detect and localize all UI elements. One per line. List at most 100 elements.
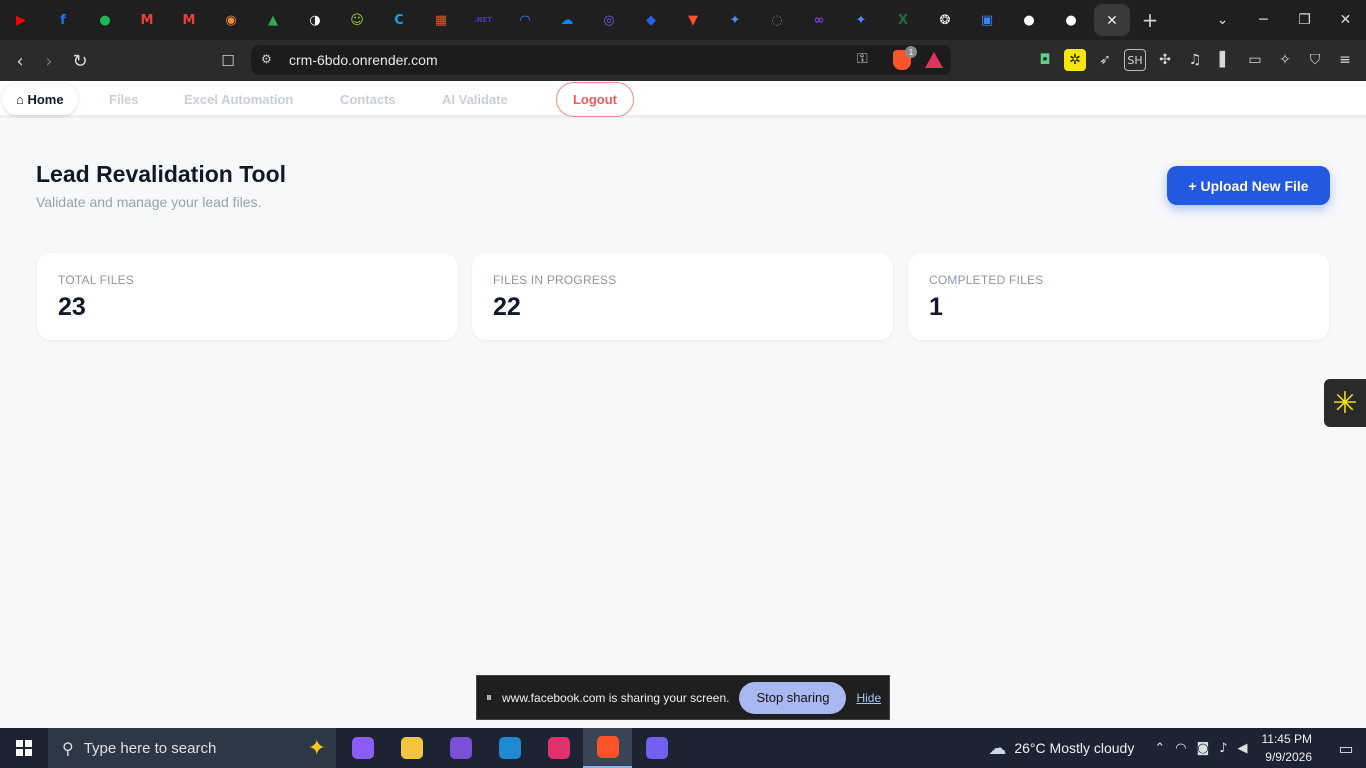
browser-tab[interactable]: ● (1008, 0, 1050, 40)
minimize-icon[interactable]: ─ (1243, 0, 1284, 40)
forward-icon[interactable]: › (36, 48, 62, 74)
browser-tab[interactable]: ● (84, 0, 126, 40)
browser-tab[interactable]: ◎ (588, 0, 630, 40)
browser-tab[interactable]: ◑ (294, 0, 336, 40)
drive-icon: ▲ (268, 12, 278, 28)
close-window-icon[interactable]: ✕ (1325, 0, 1366, 40)
close-tab-icon[interactable]: ✕ (1106, 12, 1118, 29)
taskbar-app-vscode[interactable] (485, 728, 534, 768)
browser-tab[interactable]: ▶ (0, 0, 42, 40)
site-info-icon[interactable]: ⚙ (261, 52, 277, 68)
taskbar-search[interactable]: ⚲ Type here to search ✦ (48, 728, 336, 768)
extension-icon[interactable]: ✲ (1064, 49, 1086, 71)
search-highlight-icon[interactable]: ✦ (308, 736, 326, 761)
dotnet-icon: .NET (473, 16, 493, 24)
notifications-icon[interactable]: ▭ (1326, 728, 1366, 768)
active-tab[interactable]: ✕ (1094, 4, 1130, 36)
browser-tab[interactable]: .NET (462, 0, 504, 40)
meta-icon: ∞ (813, 12, 825, 28)
camera-icon[interactable]: ◙ (1197, 741, 1210, 756)
puzzle-icon[interactable]: ✣ (1154, 49, 1176, 71)
clock-time: 11:45 PM (1261, 732, 1312, 746)
browser-toolbar: ‹ › ↻ ☐ ⚙ crm-6bdo.onrender.com ⚿ 1 ◘ ✲ … (0, 40, 1366, 81)
browser-tab[interactable]: X (882, 0, 924, 40)
browser-tab[interactable]: ◆ (630, 0, 672, 40)
taskbar-app-viber[interactable] (632, 728, 681, 768)
stat-value: 22 (493, 293, 521, 321)
bookmark-icon[interactable]: ☐ (215, 48, 241, 74)
reload-icon[interactable]: ↻ (67, 48, 93, 74)
tab-search-icon[interactable]: ⌄ (1202, 0, 1243, 40)
share-message: www.facebook.com is sharing your screen. (502, 690, 730, 705)
menu-icon[interactable]: ≡ (1334, 49, 1356, 71)
extension-icon[interactable]: ◘ (1034, 49, 1056, 71)
url-text[interactable]: crm-6bdo.onrender.com (289, 52, 438, 68)
windows-taskbar: ⚲ Type here to search ✦ ☁ 26°C Mostly cl… (0, 728, 1366, 768)
microphone-icon[interactable]: ♪ (1219, 741, 1227, 756)
wallet-icon[interactable]: ▭ (1244, 49, 1266, 71)
browser-tab[interactable]: ▼ (672, 0, 714, 40)
nav-contacts[interactable]: Contacts (340, 92, 396, 107)
wifi-icon[interactable]: ◠ (1175, 741, 1186, 756)
search-placeholder[interactable]: Type here to search (84, 740, 217, 757)
restore-icon[interactable]: ❐ (1284, 0, 1325, 40)
browser-tab[interactable]: ◉ (210, 0, 252, 40)
drag-handle-icon[interactable]: ⏸ (486, 690, 492, 705)
tab-list: ▶ f ● M M ◉ ▲ ◑ ☺ C ▦ .NET ◠ ☁ ◎ ◆ ▼ ✦ ◌ ∞ ✦ X ❂ ▣ ● ● (0, 0, 1092, 40)
github-icon: ● (1065, 12, 1077, 28)
rocket-icon[interactable]: ➶ (1094, 49, 1116, 71)
browser-tab[interactable]: ☺ (336, 0, 378, 40)
start-button[interactable] (0, 728, 48, 768)
show-hidden-icons-icon[interactable]: ⌃ (1154, 741, 1165, 756)
music-icon[interactable]: ♫ (1184, 49, 1206, 71)
browser-tab[interactable]: ❂ (924, 0, 966, 40)
sidebar-icon[interactable]: ▌ (1214, 49, 1236, 71)
leo-ai-icon[interactable]: ✧ (1274, 49, 1296, 71)
browser-tab[interactable]: C (378, 0, 420, 40)
browser-tab[interactable]: ✦ (714, 0, 756, 40)
browser-tab[interactable]: ▦ (420, 0, 462, 40)
taskbar-app-visual-studio[interactable] (436, 728, 485, 768)
floating-widget-icon[interactable]: ✳ (1324, 379, 1366, 427)
tab-strip: ▶ f ● M M ◉ ▲ ◑ ☺ C ▦ .NET ◠ ☁ ◎ ◆ ▼ ✦ ◌ ∞ ✦ X ❂ ▣ ● ● ✕ + ⌄ ─ ❐ … (0, 0, 1366, 40)
taskbar-app-copilot[interactable] (338, 728, 387, 768)
taskbar-app-instagram[interactable] (534, 728, 583, 768)
upload-new-file-button[interactable]: + Upload New File (1167, 166, 1330, 205)
stat-card-total-files: TOTAL FILES 23 (37, 253, 458, 340)
nav-excel-automation[interactable]: Excel Automation (184, 92, 293, 107)
sh-extension-icon[interactable]: SH (1124, 49, 1146, 71)
password-key-icon[interactable]: ⚿ (857, 51, 868, 67)
browser-tab[interactable]: f (42, 0, 84, 40)
new-tab-button[interactable]: + (1130, 0, 1170, 40)
browser-tab[interactable]: M (126, 0, 168, 40)
browser-tab[interactable]: M (168, 0, 210, 40)
back-icon[interactable]: ‹ (7, 48, 33, 74)
github-icon: ● (1023, 12, 1035, 28)
taskbar-app-file-explorer[interactable] (387, 728, 436, 768)
browser-tab[interactable]: ◌ (756, 0, 798, 40)
weather-cloud-icon[interactable]: ☁ (988, 738, 1006, 759)
browser-tab[interactable]: ▣ (966, 0, 1008, 40)
vpn-shield-icon[interactable]: ⛉ (1304, 49, 1326, 71)
browser-tab[interactable]: ✦ (840, 0, 882, 40)
web-page: ⌂ Home Files Excel Automation Contacts A… (0, 81, 1366, 728)
browser-tab[interactable]: ∞ (798, 0, 840, 40)
hide-banner-link[interactable]: Hide (856, 691, 881, 705)
browser-tab[interactable]: ▲ (252, 0, 294, 40)
volume-icon[interactable]: ◀ (1238, 741, 1248, 756)
browser-tab[interactable]: ◠ (504, 0, 546, 40)
microsoft-icon: ▦ (434, 12, 448, 28)
address-bar[interactable]: ⚙ crm-6bdo.onrender.com ⚿ 1 (251, 45, 951, 75)
weather-text[interactable]: 26°C Mostly cloudy (1014, 740, 1134, 756)
taskbar-app-brave[interactable] (583, 728, 632, 768)
browser-tab[interactable]: ☁ (546, 0, 588, 40)
clock[interactable]: 11:45 PM 9/9/2026 (1262, 730, 1312, 766)
browser-tab[interactable]: ● (1050, 0, 1092, 40)
logout-button[interactable]: Logout (556, 82, 634, 117)
brave-icon: ▼ (688, 12, 698, 28)
nav-files[interactable]: Files (109, 92, 139, 107)
stop-sharing-button[interactable]: Stop sharing (739, 681, 847, 714)
nav-ai-validate[interactable]: AI Validate (442, 92, 508, 107)
brave-rewards-icon[interactable] (925, 52, 943, 68)
nav-home[interactable]: ⌂ Home (2, 84, 78, 115)
